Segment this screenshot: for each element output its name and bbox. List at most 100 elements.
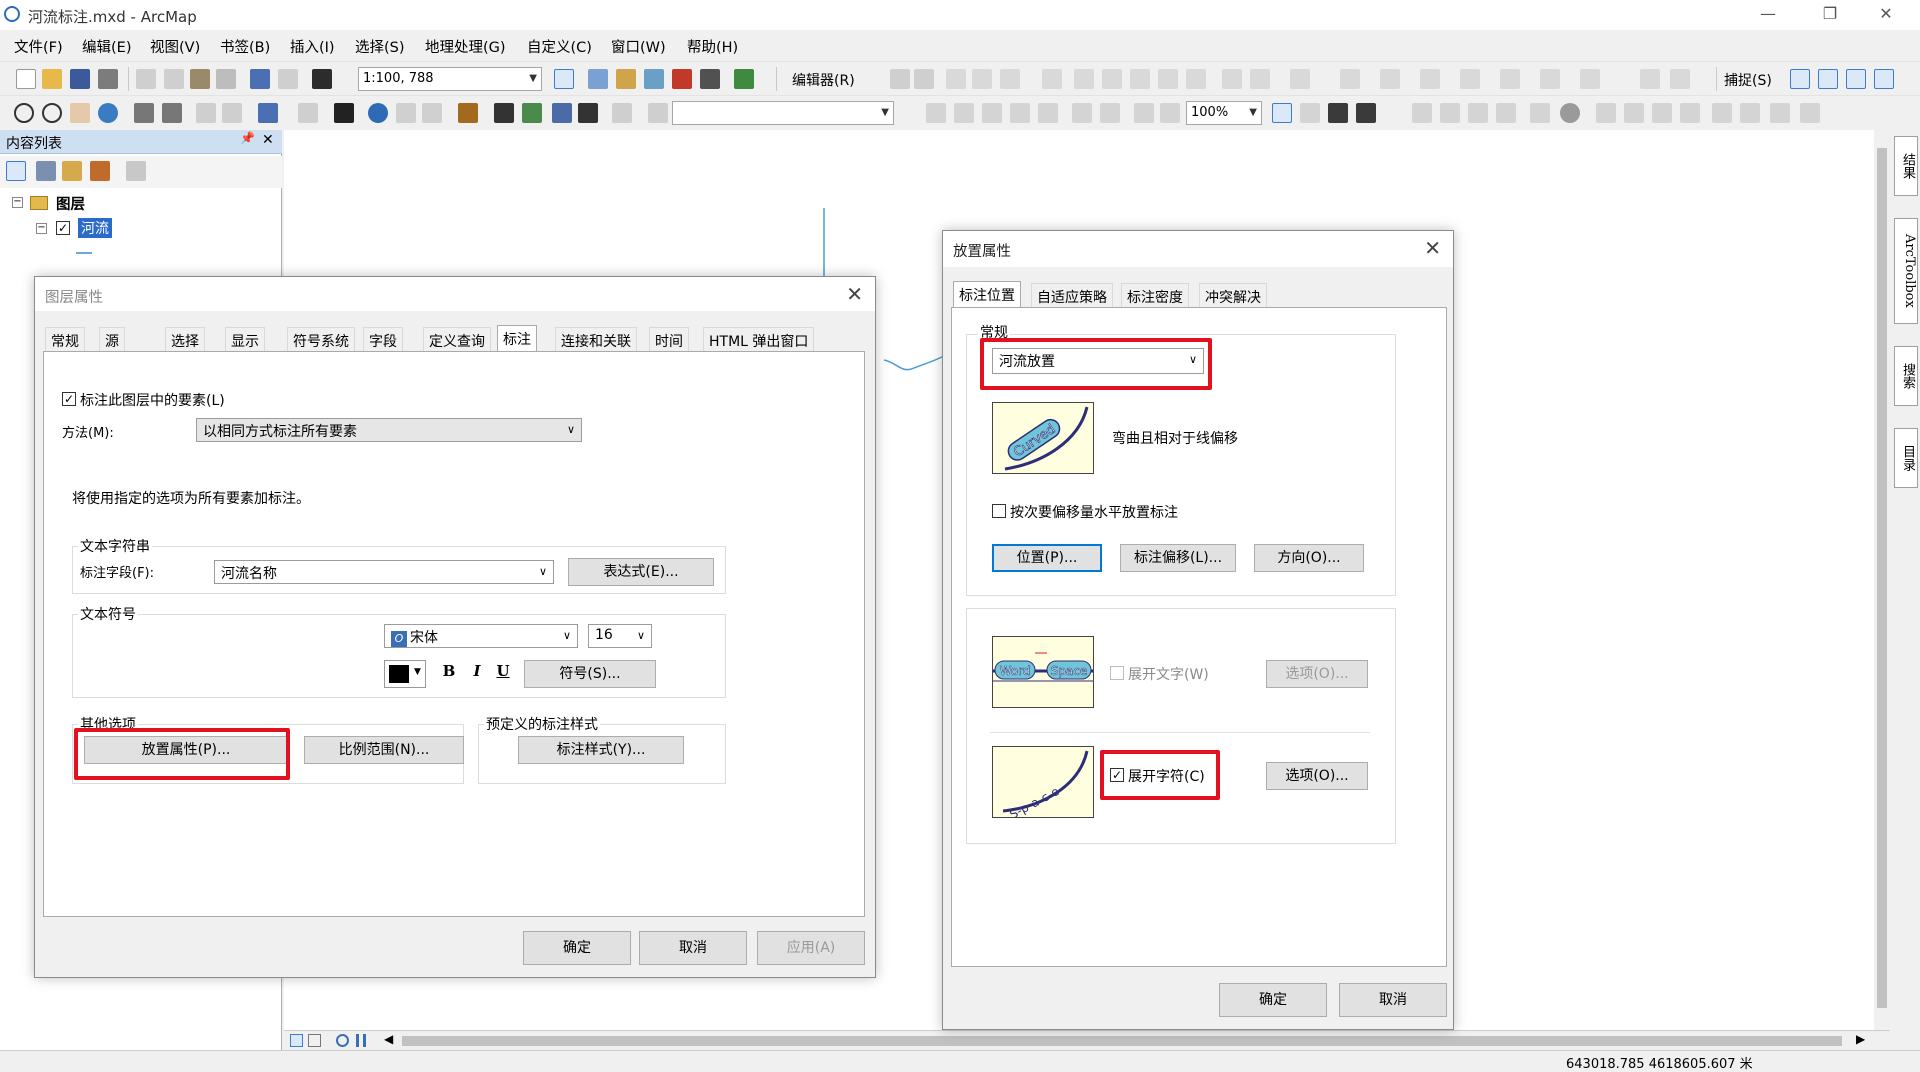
tab-label-position[interactable]: 标注位置 bbox=[953, 281, 1021, 309]
arctoolbox-icon[interactable] bbox=[672, 69, 692, 89]
drawing-tool-14-icon[interactable] bbox=[1800, 103, 1820, 123]
cancel-button[interactable]: 取消 bbox=[1339, 983, 1447, 1017]
drawing-tool-13-icon[interactable] bbox=[1770, 103, 1790, 123]
label-features-checkbox[interactable]: ✓ bbox=[62, 392, 76, 406]
bold-button[interactable]: B bbox=[438, 662, 460, 686]
python-window-icon[interactable] bbox=[700, 69, 720, 89]
topology-icon[interactable] bbox=[1340, 69, 1360, 89]
label-styles-button[interactable]: 标注样式(Y)... bbox=[518, 736, 684, 764]
editor-menu[interactable]: 编辑器(R) bbox=[792, 70, 855, 90]
apply-button[interactable]: 应用(A) bbox=[757, 931, 865, 965]
change-layout-icon[interactable] bbox=[1328, 103, 1348, 123]
trace-icon[interactable] bbox=[1000, 69, 1020, 89]
fixed-zoom-in-icon[interactable] bbox=[134, 103, 154, 123]
back-layout-icon[interactable] bbox=[1134, 103, 1154, 123]
zoom-in-icon[interactable] bbox=[14, 103, 34, 123]
route-icon[interactable] bbox=[1580, 69, 1600, 89]
snapping-menu[interactable]: 捕捉(S) bbox=[1724, 70, 1772, 90]
arctoolbox-tab[interactable]: ArcToolbox bbox=[1894, 218, 1918, 324]
drawing-tool-2-icon[interactable] bbox=[1440, 103, 1460, 123]
menu-view[interactable]: 视图(V) bbox=[150, 36, 200, 57]
layers-root-label[interactable]: 图层 bbox=[56, 193, 85, 214]
clear-selection-icon[interactable] bbox=[298, 103, 318, 123]
spatial-adjust-icon[interactable] bbox=[1420, 69, 1440, 89]
point-icon[interactable] bbox=[1042, 69, 1062, 89]
menu-selection[interactable]: 选择(S) bbox=[355, 36, 405, 57]
tab-source[interactable]: 源 bbox=[99, 327, 125, 351]
layer-combo[interactable]: ▼ bbox=[672, 101, 894, 125]
toc-options-icon[interactable] bbox=[126, 161, 146, 181]
time-slider-icon[interactable] bbox=[578, 103, 598, 123]
menu-insert[interactable]: 插入(I) bbox=[290, 36, 335, 57]
edit-vertices-icon[interactable] bbox=[1074, 69, 1094, 89]
zoom-100-icon[interactable] bbox=[1038, 103, 1058, 123]
search-window-icon[interactable] bbox=[644, 69, 664, 89]
list-by-visibility-icon[interactable] bbox=[62, 161, 82, 181]
fixed-zoom-in-layout-icon[interactable] bbox=[1072, 103, 1092, 123]
list-by-selection-icon[interactable] bbox=[90, 161, 110, 181]
print-icon[interactable] bbox=[98, 69, 118, 89]
scroll-thumb-horizontal[interactable] bbox=[402, 1036, 1842, 1046]
tab-general[interactable]: 常规 bbox=[45, 327, 85, 351]
label-offset-button[interactable]: 标注偏移(L)... bbox=[1120, 544, 1236, 572]
layer-name[interactable]: 河流 bbox=[78, 218, 112, 238]
orientation-button[interactable]: 方向(O)... bbox=[1254, 544, 1364, 572]
forward-layout-icon[interactable] bbox=[1160, 103, 1180, 123]
html-popup-icon[interactable] bbox=[422, 103, 442, 123]
new-document-icon[interactable] bbox=[16, 69, 36, 89]
maximize-button[interactable]: ❐ bbox=[1810, 4, 1850, 26]
pause-drawing-icon[interactable] bbox=[356, 1034, 366, 1047]
ok-button[interactable]: 确定 bbox=[1219, 983, 1327, 1017]
paste-icon[interactable] bbox=[190, 69, 210, 89]
horizontal-offset-checkbox[interactable] bbox=[992, 504, 1006, 518]
zoom-out-icon[interactable] bbox=[42, 103, 62, 123]
forward-extent-icon[interactable] bbox=[222, 103, 242, 123]
vertex-snapping-icon[interactable] bbox=[1846, 69, 1866, 89]
scroll-left-icon[interactable]: ◀ bbox=[384, 1032, 393, 1046]
parcel-icon[interactable] bbox=[1500, 69, 1520, 89]
symbol-button[interactable]: 符号(S)... bbox=[524, 660, 656, 688]
focus-frame-icon[interactable] bbox=[1300, 103, 1320, 123]
tab-display[interactable]: 显示 bbox=[225, 327, 265, 351]
tab-fields[interactable]: 字段 bbox=[363, 327, 403, 351]
search-tab[interactable]: 搜索 bbox=[1894, 346, 1918, 406]
drawing-tool-11-icon[interactable] bbox=[1712, 103, 1732, 123]
expression-button[interactable]: 表达式(E)... bbox=[568, 558, 714, 586]
list-by-drawing-order-icon[interactable] bbox=[6, 161, 26, 181]
menu-help[interactable]: 帮助(H) bbox=[687, 36, 738, 57]
spread-words-checkbox[interactable] bbox=[1110, 666, 1124, 680]
end-point-arc-icon[interactable] bbox=[972, 69, 992, 89]
attributes-icon[interactable] bbox=[1222, 69, 1242, 89]
ok-button[interactable]: 确定 bbox=[523, 931, 631, 965]
versioning-icon[interactable] bbox=[1670, 69, 1690, 89]
straight-segment-icon[interactable] bbox=[946, 69, 966, 89]
end-snapping-icon[interactable] bbox=[1818, 69, 1838, 89]
go-to-xy-icon[interactable] bbox=[552, 103, 572, 123]
identify-icon[interactable] bbox=[368, 103, 388, 123]
georef-icon[interactable] bbox=[1380, 69, 1400, 89]
tab-definition-query[interactable]: 定义查询 bbox=[423, 327, 491, 351]
pin-icon[interactable]: 📌 bbox=[240, 131, 255, 145]
reshape-icon[interactable] bbox=[1102, 69, 1122, 89]
find-route-icon[interactable] bbox=[522, 103, 542, 123]
cut-polygons-icon[interactable] bbox=[1130, 69, 1150, 89]
toggle-draft-icon[interactable] bbox=[1272, 103, 1292, 123]
add-data-icon[interactable] bbox=[312, 69, 332, 89]
scale-range-button[interactable]: 比例范围(N)... bbox=[304, 736, 464, 764]
delete-icon[interactable] bbox=[216, 69, 236, 89]
rotate-icon[interactable] bbox=[1186, 69, 1206, 89]
font-size-select[interactable]: 16 ∨ bbox=[588, 624, 652, 648]
collapse-layers-icon[interactable]: − bbox=[12, 197, 23, 208]
layer-visibility-checkbox[interactable]: ✓ bbox=[56, 221, 70, 235]
close-panel-icon[interactable]: ✕ bbox=[262, 132, 274, 148]
tab-conflict-resolution[interactable]: 冲突解决 bbox=[1199, 283, 1267, 307]
drawing-tool-8-icon[interactable] bbox=[1624, 103, 1644, 123]
menu-customize[interactable]: 自定义(C) bbox=[527, 36, 592, 57]
layout-view-icon[interactable] bbox=[308, 1034, 321, 1047]
layout-zoom-combo[interactable]: 100% ▼ bbox=[1186, 101, 1262, 125]
select-features-icon[interactable] bbox=[258, 103, 278, 123]
tab-html-popup[interactable]: HTML 弹出窗口 bbox=[703, 327, 815, 351]
tab-selection[interactable]: 选择 bbox=[165, 327, 205, 351]
tab-labels[interactable]: 标注 bbox=[497, 325, 537, 353]
scroll-right-icon[interactable]: ▶ bbox=[1856, 1032, 1865, 1046]
